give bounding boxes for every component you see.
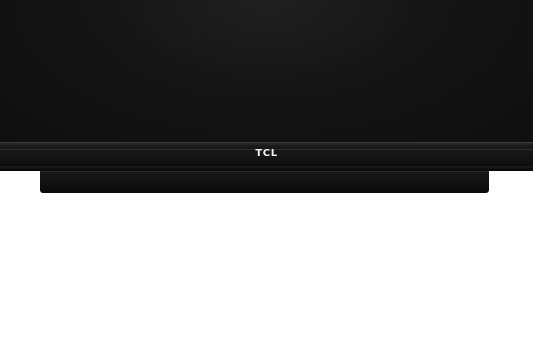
product-photo: TCL (0, 0, 533, 355)
stand-top-edge (40, 171, 489, 172)
tv-screen (0, 0, 533, 142)
tv-stand-base (40, 171, 489, 193)
brand-logo: TCL (255, 148, 278, 159)
television: TCL (0, 0, 533, 172)
